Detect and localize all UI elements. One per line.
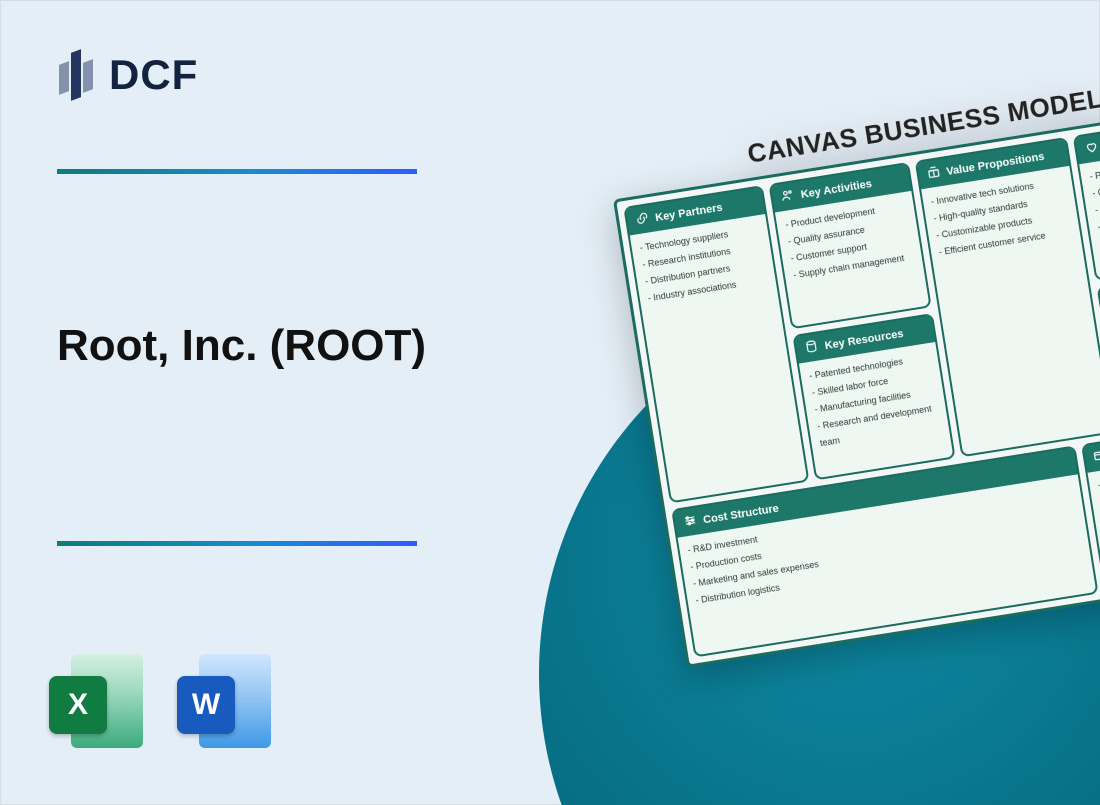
people-icon xyxy=(780,187,796,206)
database-icon xyxy=(804,338,820,357)
block-label: Key Partners xyxy=(654,201,723,223)
block-label: Key Activities xyxy=(800,178,873,201)
promo-card: DCF Root, Inc. (ROOT) X W CANVAS BUSINES… xyxy=(0,0,1100,805)
canvas-preview: CANVAS BUSINESS MODEL Key Partners Techn… xyxy=(607,61,1100,668)
sliders-icon xyxy=(682,513,698,532)
excel-icon: X xyxy=(49,652,149,752)
canvas-board: Key Partners Technology suppliers Resear… xyxy=(613,100,1100,668)
file-type-icons: X W xyxy=(49,652,277,752)
brand-logo-mark xyxy=(57,45,99,105)
brand-logo-text: DCF xyxy=(109,51,198,99)
card-icon xyxy=(1092,448,1100,467)
block-key-resources: Key Resources Patented technologies Skil… xyxy=(793,313,956,480)
block-key-activities: Key Activities Product development Quali… xyxy=(769,162,932,329)
divider-top xyxy=(57,169,417,174)
gift-icon xyxy=(925,164,941,183)
page-title: Root, Inc. (ROOT) xyxy=(57,321,426,371)
brand-logo: DCF xyxy=(57,45,198,105)
block-items: Patented technologies Skilled labor forc… xyxy=(799,342,950,460)
heart-icon xyxy=(1084,139,1100,158)
divider-bottom xyxy=(57,541,417,546)
link-icon xyxy=(634,210,650,229)
word-icon: W xyxy=(177,652,277,752)
